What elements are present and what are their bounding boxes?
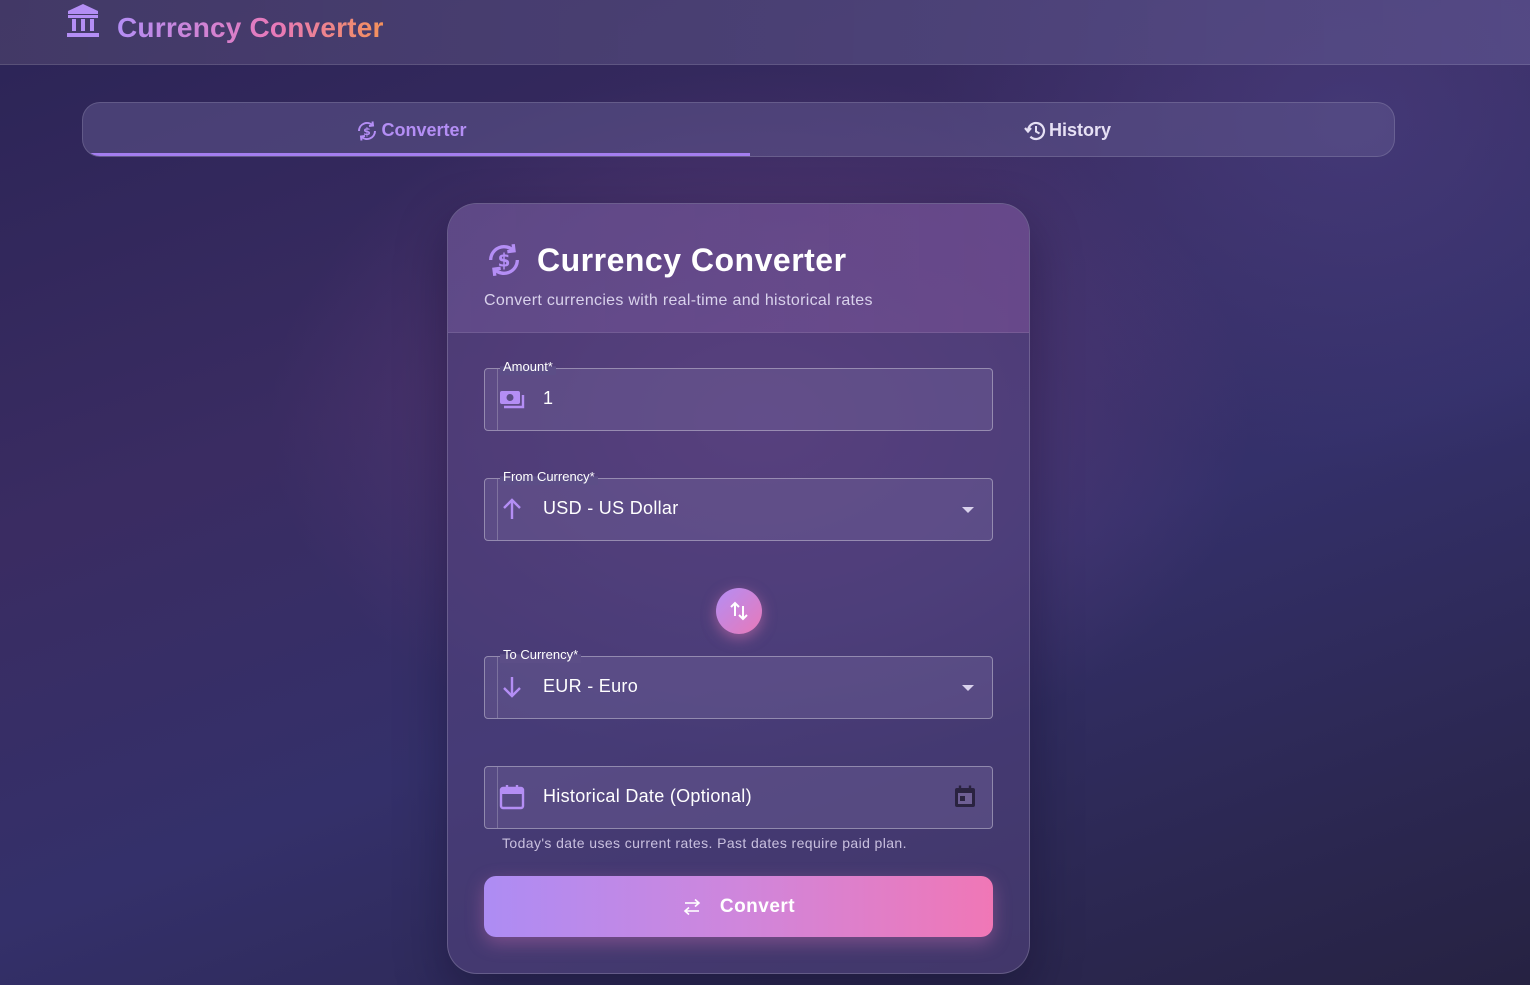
currency-exchange-icon: $ <box>489 243 519 277</box>
amount-label: Amount* <box>500 359 556 375</box>
amount-input[interactable]: 1 <box>543 388 553 409</box>
card-subtitle: Convert currencies with real-time and hi… <box>484 292 873 309</box>
tab-bar: $ Converter History <box>82 102 1395 157</box>
tab-converter[interactable]: $ Converter <box>83 103 739 156</box>
tab-history[interactable]: History <box>739 103 1394 156</box>
calendar-picker-icon[interactable] <box>954 785 976 809</box>
svg-text:$: $ <box>498 251 511 272</box>
from-currency-label: From Currency* <box>500 469 598 485</box>
to-currency-label: To Currency* <box>500 647 582 663</box>
historical-date-field[interactable]: Historical Date (Optional) <box>484 766 993 829</box>
field-divider <box>497 479 498 540</box>
calendar-icon <box>499 785 525 810</box>
arrow-down-icon <box>503 677 521 698</box>
swap-horizontal-icon <box>683 898 701 915</box>
app-title: Currency Converter <box>117 12 384 43</box>
field-divider <box>497 767 498 828</box>
field-divider <box>497 657 498 718</box>
card-header: $ Currency Converter Convert currencies … <box>448 204 1029 333</box>
to-currency-select[interactable]: To Currency* EUR - Euro <box>484 647 993 719</box>
arrow-up-icon <box>503 498 521 519</box>
tab-history-label: History <box>1048 120 1111 140</box>
to-currency-value: EUR - Euro <box>543 676 639 696</box>
bank-icon <box>67 4 99 37</box>
swap-vertical-icon <box>730 601 748 621</box>
tab-converter-label: Converter <box>381 120 467 140</box>
history-icon <box>1024 121 1046 140</box>
convert-button-label: Convert <box>719 895 796 917</box>
active-tab-indicator <box>83 153 750 156</box>
cash-icon <box>500 391 525 409</box>
currency-exchange-icon: $ <box>358 120 377 141</box>
card-title: Currency Converter <box>537 242 847 278</box>
historical-date-placeholder: Historical Date (Optional) <box>543 786 752 806</box>
app-header: Currency Converter <box>0 0 1530 65</box>
amount-field[interactable]: Amount* 1 <box>484 359 993 431</box>
converter-card: $ Currency Converter Convert currencies … <box>447 203 1030 974</box>
chevron-down-icon[interactable] <box>962 685 974 691</box>
svg-text:$: $ <box>364 125 372 138</box>
field-divider <box>497 369 498 430</box>
from-currency-select[interactable]: From Currency* USD - US Dollar <box>484 469 993 541</box>
chevron-down-icon[interactable] <box>962 507 974 513</box>
historical-date-helper: Today's date uses current rates. Past da… <box>502 835 907 851</box>
convert-button[interactable]: Convert <box>484 876 993 937</box>
from-currency-value: USD - US Dollar <box>543 498 679 518</box>
swap-currencies-button[interactable] <box>716 588 762 634</box>
